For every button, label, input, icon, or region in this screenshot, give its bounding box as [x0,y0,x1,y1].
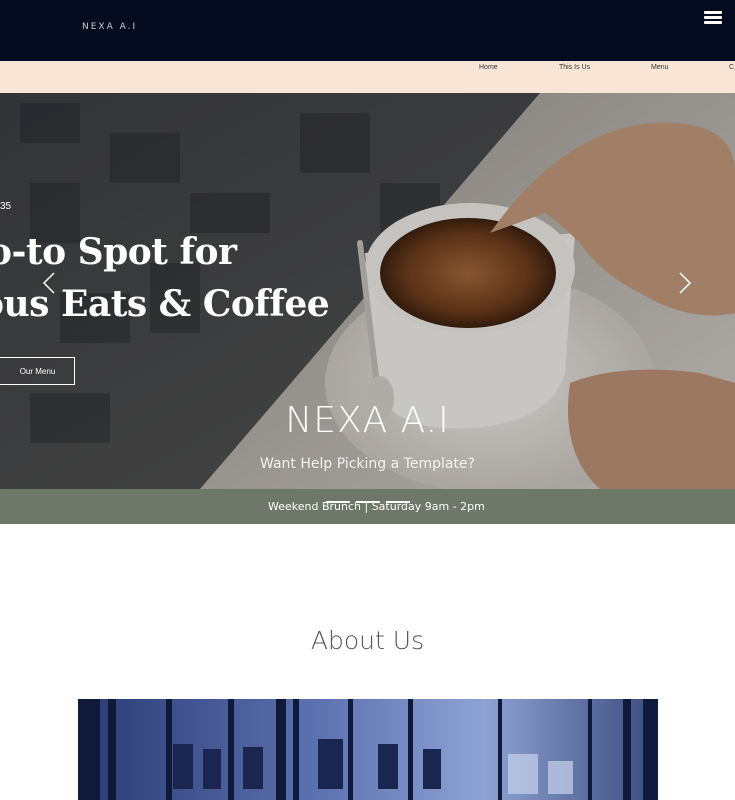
brand-subtitle[interactable]: Want Help Picking a Template? [0,456,735,472]
hero-headline-line-1: o-to Spot for [0,231,237,273]
main-nav: Home This Is Us Menu C [0,61,735,93]
top-header: NEXA A.I [0,0,735,61]
nav-link-contact[interactable]: C [729,64,734,71]
chevron-left-icon[interactable] [42,271,56,295]
nav-link-home[interactable]: Home [479,64,498,71]
brand-title: NEXA A.I [285,400,450,441]
announcement-bar: Weekend Brunch | Saturday 9am - 2pm [0,489,735,524]
hero-slider: 35 o-to Spot for ous Eats & Coffee Our M… [0,93,735,489]
chevron-right-icon[interactable] [678,271,692,295]
nav-link-this-is-us[interactable]: This Is Us [559,64,590,71]
hamburger-icon[interactable] [704,11,722,25]
hero-kicker: 35 [0,201,12,212]
nav-link-menu[interactable]: Menu [651,64,669,71]
our-menu-button[interactable]: Our Menu [0,357,75,385]
about-office-image [78,699,658,800]
logo[interactable]: NEXA A.I [82,22,137,32]
announcement-text: Weekend Brunch | Saturday 9am - 2pm [268,500,485,513]
about-heading: About Us [310,626,425,655]
